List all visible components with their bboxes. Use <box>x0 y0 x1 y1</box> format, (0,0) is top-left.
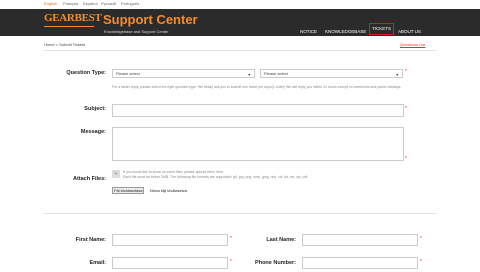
questions-list-link[interactable]: Questions List <box>400 42 425 47</box>
choose-file-button[interactable]: Făl kiválasztása <box>112 187 145 194</box>
breadcrumb[interactable]: Home > Submit Tickets <box>44 42 85 47</box>
file-status-text: Nincs fájl kiválasztva <box>150 188 187 193</box>
required-mark: * <box>405 156 407 162</box>
first-name-input[interactable] <box>112 234 228 246</box>
nav-tickets[interactable]: TICKETS <box>369 23 395 35</box>
question-type-select-secondary[interactable]: Please select ▼ <box>260 69 403 78</box>
required-mark: * <box>420 259 422 265</box>
required-mark: * <box>230 236 232 242</box>
gearbest-logo[interactable]: GEARBEST <box>44 12 102 24</box>
site-title: Support Center <box>103 12 198 27</box>
question-type-select-primary[interactable]: Please select ▼ <box>112 69 255 78</box>
chevron-down-icon: ▼ <box>395 73 399 77</box>
select-value: Please select <box>264 71 288 76</box>
divider <box>44 50 436 51</box>
question-type-label: Question Type: <box>66 70 106 76</box>
attach-hint-1: If you would like to show us some files,… <box>123 170 224 174</box>
select-value: Please select <box>116 71 140 76</box>
subject-label: Subject: <box>84 106 106 112</box>
phone-number-label: Phone Number: <box>255 260 296 266</box>
attach-hint-2: Each file must be below 2MB. The followi… <box>123 175 308 179</box>
message-textarea[interactable] <box>112 127 404 161</box>
paperclip-icon: ✎ <box>112 170 120 178</box>
site-header: GEARBEST Support Center Knowledgebase an… <box>0 9 480 36</box>
last-name-input[interactable] <box>302 234 418 246</box>
chevron-down-icon: ▼ <box>247 73 251 77</box>
phone-number-input[interactable] <box>302 257 418 269</box>
last-name-label: Last Name: <box>266 237 296 243</box>
divider <box>44 213 436 214</box>
subject-input[interactable] <box>112 104 404 117</box>
required-mark: * <box>405 69 407 75</box>
lang-french[interactable]: Français <box>63 1 78 6</box>
lang-russian[interactable]: Русский <box>101 1 116 6</box>
logo-underline <box>44 26 94 27</box>
first-name-label: First Name: <box>75 237 106 243</box>
message-label: Message: <box>80 129 106 135</box>
email-input[interactable] <box>112 257 228 269</box>
nav-about-us[interactable]: ABOUT US <box>398 28 421 35</box>
lang-portuguese[interactable]: Português <box>121 1 139 6</box>
email-label: Email: <box>89 260 106 266</box>
nav-knowledgebase[interactable]: KNOWLEDGEBASE <box>325 28 366 35</box>
question-type-hint: For a faster reply, please select the ri… <box>112 85 402 89</box>
site-subtitle: Knowledgebase and Support Center <box>104 29 169 34</box>
attach-files-label: Attach Files: <box>72 176 106 182</box>
required-mark: * <box>420 236 422 242</box>
lang-english[interactable]: English <box>44 1 57 6</box>
language-bar: English Français Español Русский Portugu… <box>0 0 480 9</box>
required-mark: * <box>230 259 232 265</box>
required-mark: * <box>405 106 407 112</box>
nav-notice[interactable]: NOTICE <box>300 28 317 35</box>
lang-spanish[interactable]: Español <box>83 1 97 6</box>
